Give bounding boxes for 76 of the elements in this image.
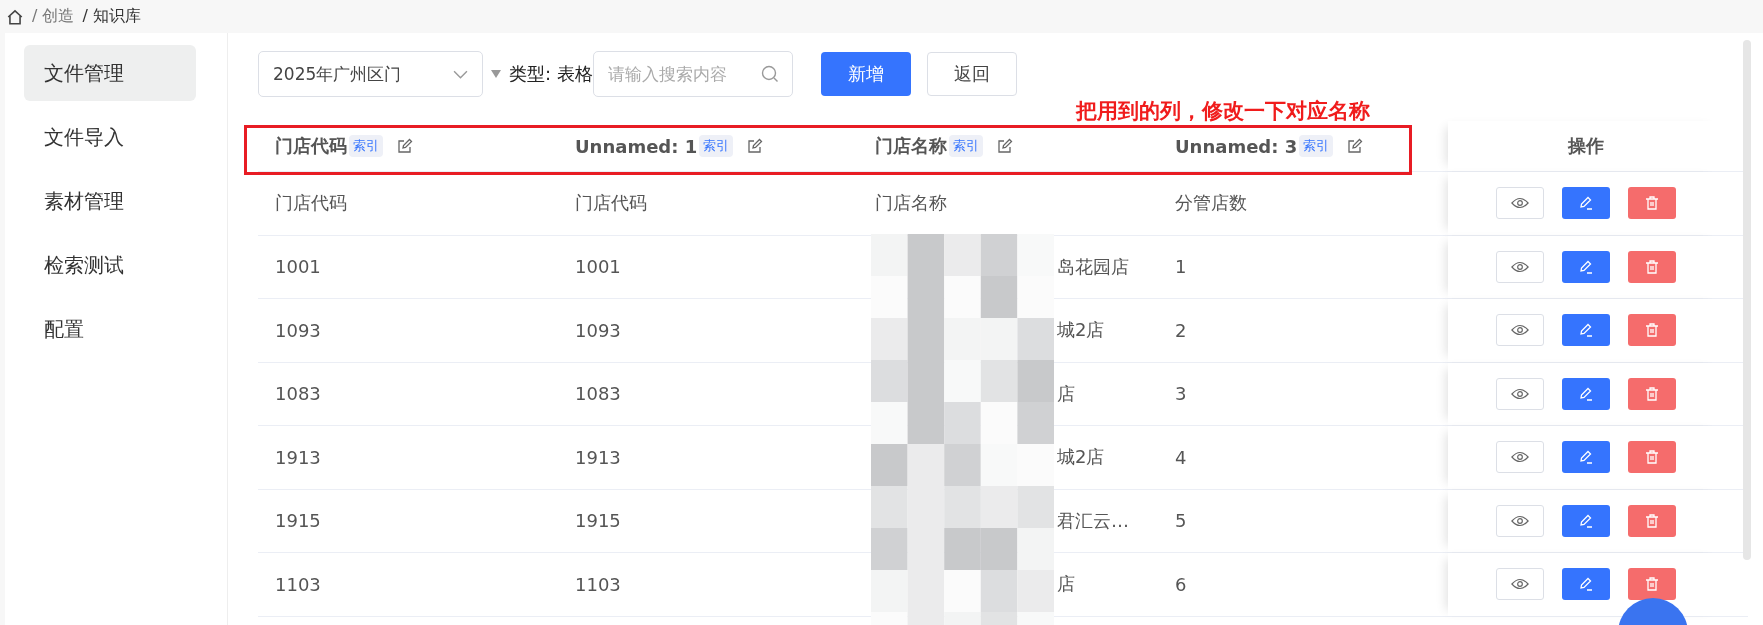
view-button[interactable] [1495,250,1544,283]
delete-button[interactable] [1627,314,1676,347]
edit-button[interactable] [1561,377,1610,410]
edit-button[interactable] [1561,314,1610,347]
table-cell: 2 [1175,319,1187,341]
table-cell: 1001 [575,256,621,278]
edit-button[interactable] [1561,568,1610,601]
table-cell: 1083 [575,383,621,405]
table-cell: 1093 [275,319,321,341]
table-cell: 岛花园店 [1057,254,1129,279]
delete-button[interactable] [1627,187,1676,220]
table-cell: 5 [1175,510,1187,532]
table-cell: 1 [1175,256,1187,278]
home-icon[interactable] [6,7,24,26]
type-label: 类型: 表格 [509,62,593,86]
edit-icon[interactable] [997,138,1013,154]
table-cell: 1103 [275,573,321,595]
column-header: Unnamed: 3 [1175,135,1298,157]
index-tag: 索引 [349,135,383,157]
breadcrumb-item[interactable]: / 知识库 [82,6,141,27]
table-cell: 门店名称 [875,191,947,216]
view-button[interactable] [1495,568,1544,601]
delete-button[interactable] [1627,568,1676,601]
index-tag: 索引 [949,135,983,157]
table-cell: 1913 [575,446,621,468]
edit-button[interactable] [1561,250,1610,283]
edit-button[interactable] [1561,441,1610,474]
edit-button[interactable] [1561,504,1610,537]
chevron-icon[interactable] [453,69,468,79]
view-button[interactable] [1495,187,1544,220]
index-tag: 索引 [699,135,734,157]
scrollbar[interactable] [1743,40,1751,560]
column-header: Unnamed: 1 [575,135,698,157]
delete-button[interactable] [1627,441,1676,474]
table-cell: 门店代码 [575,191,647,216]
table-cell: 店 [1057,381,1075,406]
search-field[interactable]: 请输入搜索内容 [592,51,793,97]
dropdown-triangle-icon[interactable] [491,70,501,78]
add-button[interactable]: 新增 [820,52,911,96]
table-cell: 分管店数 [1175,191,1247,216]
column-header: 门店代码 [275,134,347,158]
column-header: 操作 [1448,121,1723,171]
sidebar-item[interactable]: 配置 [24,301,196,357]
view-button[interactable] [1495,314,1544,347]
sidebar-item[interactable]: 文件导入 [24,109,196,165]
sidebar-item[interactable]: 文件管理 [24,45,196,101]
sidebar-item[interactable]: 素材管理 [24,173,196,229]
edit-button[interactable] [1561,187,1610,220]
table-cell: 1093 [575,319,621,341]
view-button[interactable] [1495,377,1544,410]
back-button[interactable]: 返回 [926,52,1017,96]
sidebar-item[interactable]: 检索测试 [24,237,196,293]
table-cell: 1083 [275,383,321,405]
table-cell: 1001 [275,256,321,278]
edit-icon[interactable] [1347,138,1364,154]
annotation-text: 把用到的列，修改一下对应名称 [1076,98,1370,125]
index-tag: 索引 [1299,135,1334,157]
view-button[interactable] [1495,441,1544,474]
table-cell: 4 [1175,446,1187,468]
table-cell: 6 [1175,573,1187,595]
table-cell: 1915 [275,510,321,532]
column-header: 门店名称 [875,134,947,158]
breadcrumb-item[interactable]: / 创造 [32,6,75,27]
view-button[interactable] [1495,504,1544,537]
table-cell: 1103 [575,573,621,595]
edit-icon[interactable] [397,138,413,154]
delete-button[interactable] [1627,250,1676,283]
search-icon[interactable] [760,65,779,83]
table-cell: 1913 [275,446,321,468]
table-cell: 3 [1175,383,1187,405]
table-cell: 1915 [575,510,621,532]
delete-button[interactable] [1627,504,1676,537]
delete-button[interactable] [1627,377,1676,410]
file-select[interactable]: 2025年广州区门 [258,51,483,97]
edit-icon[interactable] [747,138,764,154]
table-cell: 门店代码 [275,191,347,216]
